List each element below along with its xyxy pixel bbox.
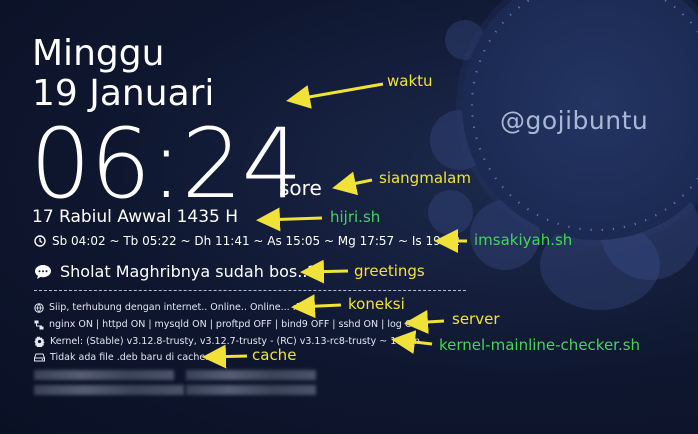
arrow-waktu — [286, 82, 384, 109]
label-koneksi: koneksi — [348, 295, 405, 313]
label-hijri: hijri.sh — [330, 208, 381, 226]
label-waktu: waktu — [387, 72, 433, 90]
label-kernel: kernel-mainline-checker.sh — [439, 336, 641, 354]
arrow-cache — [202, 344, 248, 369]
arrow-koneksi — [291, 294, 342, 319]
label-cache: cache — [252, 346, 297, 364]
arrow-server — [404, 309, 445, 334]
arrow-siangmalam — [332, 171, 373, 196]
label-imsakiyah: imsakiyah.sh — [474, 231, 573, 249]
arrow-hijri — [256, 207, 323, 232]
label-server: server — [452, 310, 500, 328]
label-siangmalam: siangmalam — [379, 169, 471, 187]
arrow-kernel — [391, 330, 433, 354]
label-greetings: greetings — [354, 262, 425, 280]
arrow-greetings — [300, 259, 349, 284]
